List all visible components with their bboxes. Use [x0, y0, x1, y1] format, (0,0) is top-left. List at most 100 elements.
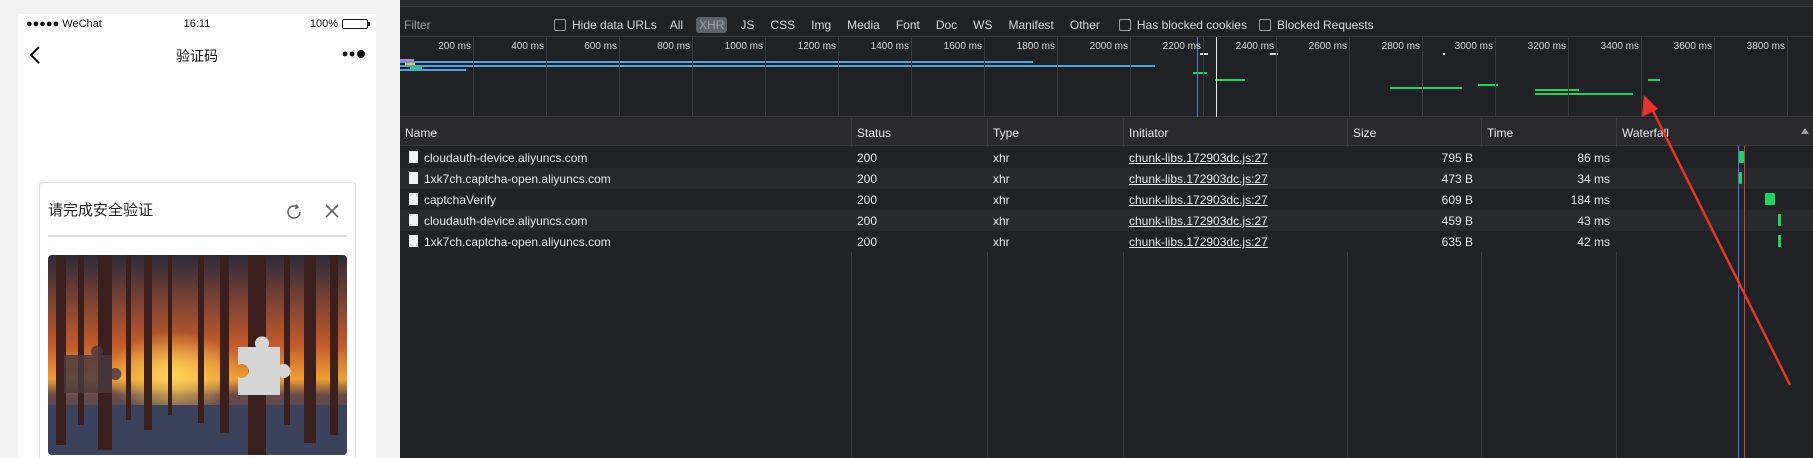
request-name[interactable]: cloudauth-device.aliyuncs.com — [424, 214, 587, 228]
overview-gridline — [546, 37, 547, 117]
document-icon — [409, 235, 418, 247]
checkbox-icon — [1258, 18, 1271, 31]
type-filter-doc[interactable]: Doc — [933, 17, 960, 33]
hide-data-urls-checkbox[interactable]: Hide data URLs — [554, 18, 657, 32]
overview-tick-label: 1000 ms — [724, 41, 763, 52]
filter-bar: Hide data URLs All XHR JS CSS Img Media Font Do… — [400, 13, 1813, 37]
requests-list: cloudauth-device.aliyuncs.com 200 xhr chunk… — [400, 147, 1813, 252]
type-filter-other[interactable]: Other — [1067, 17, 1103, 33]
column-time[interactable]: Time — [1487, 126, 1513, 140]
captcha-title: 请完成安全验证 — [48, 201, 154, 219]
overview-gridline — [619, 37, 620, 117]
overview-tick-label: 2000 ms — [1089, 41, 1128, 52]
phone-status-bar: ●●●●● WeChat 16:11 100% — [18, 14, 376, 38]
request-time: 43 ms — [1577, 214, 1610, 228]
overview-tick-label: 1200 ms — [797, 41, 836, 52]
overview-gridline — [1349, 37, 1350, 117]
document-icon — [409, 151, 418, 163]
overview-tick-label: 1600 ms — [943, 41, 982, 52]
overview-gridline — [838, 37, 839, 117]
type-filter-media[interactable]: Media — [844, 17, 883, 33]
type-filter-ws[interactable]: WS — [970, 17, 995, 33]
overview-bar — [410, 67, 422, 69]
type-filter-js[interactable]: JS — [737, 17, 757, 33]
overview-gridline — [1495, 37, 1496, 117]
overview-bar — [1535, 93, 1633, 95]
type-filter-font[interactable]: Font — [893, 17, 923, 33]
overview-bar — [1193, 72, 1207, 74]
annotation-arrow-icon — [1642, 95, 1792, 386]
column-status[interactable]: Status — [857, 126, 891, 140]
request-name[interactable]: cloudauth-device.aliyuncs.com — [424, 151, 587, 165]
request-initiator-link[interactable]: chunk-libs.172903dc.js:27 — [1129, 193, 1268, 207]
type-filter-manifest[interactable]: Manifest — [1006, 17, 1057, 33]
has-blocked-cookies-label: Has blocked cookies — [1136, 17, 1247, 32]
request-size: 609 B — [1441, 193, 1473, 207]
document-icon — [409, 193, 418, 205]
request-initiator-link[interactable]: chunk-libs.172903dc.js:27 — [1129, 172, 1268, 186]
overview-tick-label: 1400 ms — [870, 41, 909, 52]
blocked-requests-checkbox[interactable]: Blocked Requests — [1258, 18, 1374, 32]
overview-bar — [400, 65, 1155, 67]
overview-bar — [1443, 53, 1445, 55]
column-initiator[interactable]: Initiator — [1129, 126, 1168, 140]
overview-tick-label: 2600 ms — [1308, 41, 1347, 52]
close-icon[interactable] — [322, 201, 342, 221]
type-filter-all[interactable]: All — [667, 17, 686, 33]
document-icon — [409, 214, 418, 226]
type-filter-xhr[interactable]: XHR — [696, 16, 728, 33]
overview-tick-label: 400 ms — [511, 41, 544, 52]
column-type[interactable]: Type — [993, 126, 1019, 140]
column-size[interactable]: Size — [1353, 126, 1376, 140]
request-initiator-link[interactable]: chunk-libs.172903dc.js:27 — [1129, 235, 1268, 249]
overview-tick-label: 200 ms — [438, 41, 471, 52]
request-status: 200 — [857, 193, 878, 207]
overview-gridline — [1422, 37, 1423, 117]
checkbox-icon — [554, 18, 566, 31]
request-row[interactable]: cloudauth-device.aliyuncs.com 200 xhr chunk… — [400, 210, 1813, 231]
overview-gridline — [692, 37, 693, 117]
request-row[interactable]: 1xk7ch.captcha-open.aliyuncs.com 200 xhr ch… — [400, 168, 1813, 189]
type-filter-img[interactable]: Img — [808, 17, 834, 33]
request-time: 42 ms — [1577, 235, 1610, 249]
request-type: xhr — [993, 193, 1010, 207]
request-row[interactable]: cloudauth-device.aliyuncs.com 200 xhr chunk… — [400, 147, 1813, 168]
hide-data-urls-label: Hide data URLs — [572, 17, 657, 32]
overview-bar — [400, 69, 466, 71]
document-icon — [409, 172, 418, 184]
request-initiator-link[interactable]: chunk-libs.172903dc.js:27 — [1129, 214, 1268, 228]
checkbox-icon — [1118, 18, 1131, 31]
type-filter-css[interactable]: CSS — [767, 17, 798, 33]
request-name[interactable]: 1xk7ch.captcha-open.aliyuncs.com — [424, 172, 611, 186]
overview-bar — [405, 63, 415, 65]
wechat-nav-bar: 验证码 — [18, 38, 376, 70]
refresh-icon[interactable] — [285, 203, 303, 221]
request-name[interactable]: captchaVerify — [424, 193, 496, 207]
column-name[interactable]: Name — [405, 126, 437, 140]
overview-gridline — [911, 37, 912, 117]
request-type: xhr — [993, 151, 1010, 165]
overview-bar — [400, 59, 414, 61]
request-size: 473 B — [1441, 172, 1473, 186]
filter-input[interactable] — [404, 14, 564, 35]
request-name[interactable]: 1xk7ch.captcha-open.aliyuncs.com — [424, 235, 611, 249]
overview-tick-label: 1800 ms — [1016, 41, 1055, 52]
phone-screen: ●●●●● WeChat 16:11 100% 验证码 请完成安全验证 — [18, 14, 376, 458]
request-row[interactable]: 1xk7ch.captcha-open.aliyuncs.com 200 xhr ch… — [400, 231, 1813, 252]
more-dots-icon[interactable] — [342, 44, 366, 67]
overview-bar — [1215, 79, 1245, 81]
request-status: 200 — [857, 151, 878, 165]
request-row[interactable]: captchaVerify 200 xhr chunk-libs.172903dc.j… — [400, 189, 1813, 210]
overview-gridline — [1130, 37, 1131, 117]
timeline-overview[interactable]: 200 ms 400 ms 600 ms 800 ms 1000 ms 1200 ms 14… — [400, 37, 1813, 117]
page-title: 验证码 — [176, 49, 218, 65]
request-type: xhr — [993, 214, 1010, 228]
battery-icon — [342, 19, 370, 29]
overview-gridline — [1057, 37, 1058, 117]
request-size: 459 B — [1441, 214, 1473, 228]
request-status: 200 — [857, 172, 878, 186]
has-blocked-cookies-checkbox[interactable]: Has blocked cookies — [1118, 17, 1247, 32]
request-size: 795 B — [1441, 151, 1473, 165]
request-initiator-link[interactable]: chunk-libs.172903dc.js:27 — [1129, 151, 1268, 165]
overview-bar — [1390, 87, 1462, 89]
